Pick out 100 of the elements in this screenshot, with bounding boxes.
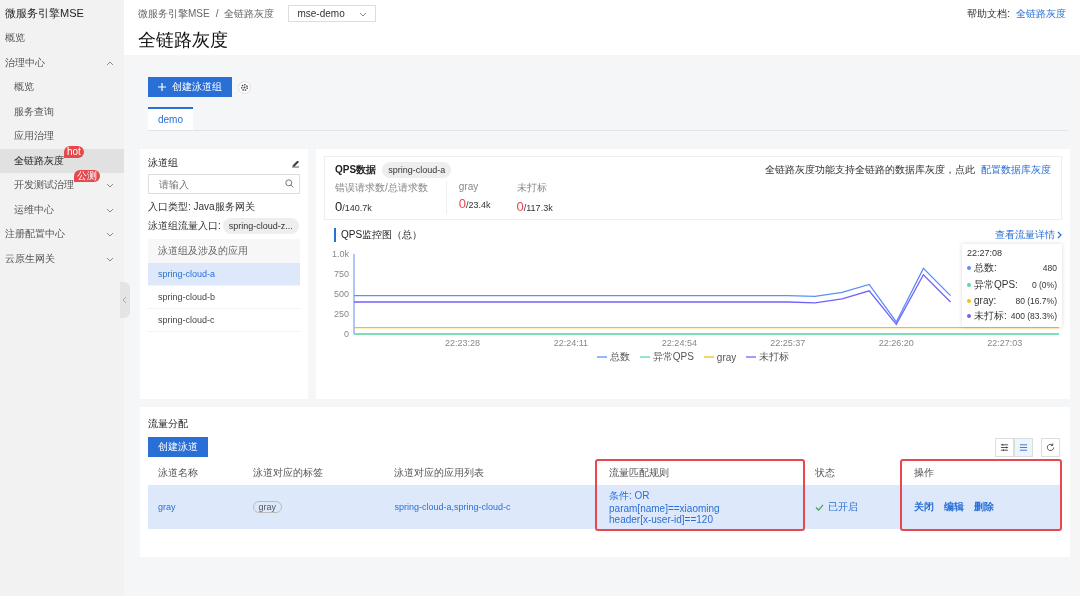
x-tick-label: 22:25:37 — [770, 338, 806, 348]
tooltip-value: 400 (83.3%) — [1010, 311, 1057, 321]
stat-value: 0 — [516, 199, 524, 214]
edit-icon[interactable] — [291, 158, 300, 168]
section-title: 流量分配 — [148, 417, 189, 431]
stat-label: 错误请求数/总请求数 — [335, 181, 428, 195]
tooltip-label: gray: — [974, 295, 997, 306]
chevron-right-icon — [1057, 231, 1062, 239]
app-list-item[interactable]: spring-cloud-c — [148, 309, 300, 332]
breadcrumb-link[interactable]: 微服务引擎MSE — [138, 6, 210, 21]
tooltip-value: 0 (0%) — [1031, 280, 1057, 290]
search-field[interactable]: 请输入 — [148, 174, 300, 194]
tooltip-label: 总数: — [974, 261, 997, 275]
detail-link[interactable]: 查看流量详情 — [995, 228, 1062, 242]
create-lane-button[interactable]: 创建泳道 — [148, 437, 208, 457]
tooltip-time: 22:27:08 — [967, 248, 1004, 258]
config-link[interactable]: 配置数据库灰度 — [981, 163, 1051, 177]
table-cell: gray — [148, 485, 243, 529]
create-button[interactable]: 创建泳道组 — [148, 77, 232, 97]
table-cell: spring-cloud-a,spring-cloud-c — [384, 485, 599, 529]
card-title: QPS数据 — [335, 163, 377, 177]
nav-item[interactable]: 注册配置中心 — [0, 222, 124, 247]
legend-item[interactable]: 总数 — [596, 350, 630, 364]
nav-item[interactable]: 服务查询 — [0, 99, 124, 124]
rule-text: param[name]==xiaoming — [609, 503, 721, 514]
product-title: 微服务引擎MSE — [4, 6, 85, 21]
notice-text: 全链路灰度功能支持全链路的数据库灰度，点此 — [765, 163, 975, 177]
nav-item[interactable]: 运维中心 — [0, 197, 124, 222]
status-text: 已开启 — [814, 500, 895, 514]
chevron-down-icon — [106, 255, 114, 262]
action-link[interactable]: 编辑 — [944, 500, 965, 514]
rule-text: 条件: OR — [609, 489, 651, 503]
chevron-up-icon — [106, 59, 114, 66]
app-list-item[interactable]: spring-cloud-b — [148, 286, 300, 309]
x-tick-label: 22:27:03 — [987, 338, 1023, 348]
search-icon[interactable] — [285, 179, 294, 188]
action-link[interactable]: 关闭 — [914, 500, 935, 514]
legend-item[interactable]: 未打标 — [746, 350, 790, 364]
column-header: 泳道对应的标签 — [242, 461, 385, 485]
settings-icon[interactable] — [238, 80, 251, 94]
y-tick-label: 250 — [333, 309, 349, 319]
nav-item[interactable]: 治理中心 — [0, 50, 124, 75]
stat-total: /23.4k — [466, 200, 491, 210]
tooltip-value: 480 — [1042, 263, 1057, 273]
badge: 公测 — [74, 170, 100, 183]
x-tick-label: 22:23:28 — [444, 338, 480, 348]
filter-settings-icon[interactable] — [995, 438, 1014, 457]
y-tick-label: 0 — [344, 329, 349, 339]
chevron-down-icon — [106, 231, 114, 238]
chevron-down-icon — [358, 10, 367, 17]
nav-item[interactable]: 概览 — [0, 75, 124, 100]
column-header: 状态 — [804, 461, 905, 485]
refresh-icon[interactable] — [1041, 438, 1060, 457]
instance-select[interactable]: mse-demo — [288, 5, 376, 22]
legend-item[interactable]: gray — [703, 350, 737, 364]
breadcrumb-separator: / — [215, 8, 219, 19]
breadcrumb-item: 全链路灰度 — [224, 6, 275, 21]
stat-label: gray — [458, 181, 480, 192]
stat-label: 未打标 — [516, 181, 548, 195]
app-list-item[interactable]: spring-cloud-a — [148, 263, 300, 286]
stat-total: /117.3k — [523, 203, 553, 213]
stat-value: 0 — [458, 196, 466, 211]
nav-item[interactable]: 云原生网关 — [0, 246, 124, 271]
entry-type-text: 入口类型: Java服务网关 — [148, 200, 256, 214]
nav-item[interactable]: 开发测试治理 公测 — [0, 173, 124, 198]
tooltip-label: 未打标: — [974, 309, 1007, 323]
rule-text: header[x-user-id]==120 — [609, 514, 713, 525]
chevron-down-icon — [106, 182, 114, 189]
table-row[interactable]: gray gray spring-cloud-a,spring-cloud-c 条件: OR param[name]==xiaoming header[x-user-id]==120 已开启 关闭 编辑 删除 — [148, 485, 1062, 529]
entry-label: 泳道组流量入口: — [148, 219, 221, 233]
tooltip-value: 80 (16.7%) — [1015, 295, 1057, 306]
nav-item[interactable]: 概览 — [0, 26, 124, 51]
column-header: 操作 — [904, 461, 1062, 485]
chevron-down-icon — [106, 206, 114, 213]
column-header: 流量匹配规则 — [599, 461, 805, 485]
x-tick-label: 22:24:11 — [553, 338, 589, 348]
badge: hot — [64, 145, 84, 158]
panel-title: 泳道组 — [148, 156, 178, 170]
entry-tag: spring-cloud-z... — [222, 218, 299, 234]
stat-total: /140.7k — [342, 203, 372, 213]
action-link[interactable]: 删除 — [974, 500, 995, 514]
chart-title: QPS监控图（总） — [334, 228, 423, 242]
y-tick-label: 500 — [333, 289, 349, 299]
tooltip-label: 异常QPS: — [974, 278, 1018, 292]
x-tick-label: 22:24:54 — [661, 338, 697, 348]
stat-value: 0 — [335, 199, 343, 214]
column-header: 泳道名称 — [148, 461, 243, 485]
app-tag: spring-cloud-a — [382, 162, 452, 178]
check-icon — [814, 503, 824, 511]
y-tick-label: 1.0k — [332, 249, 349, 259]
tab[interactable]: demo — [148, 107, 193, 130]
collapse-handle[interactable] — [120, 282, 130, 318]
page-title: 全链路灰度 — [138, 29, 229, 52]
help-link[interactable]: 全链路灰度 — [1016, 6, 1066, 21]
column-header: 泳道对应的应用列表 — [384, 461, 599, 485]
y-tick-label: 750 — [333, 269, 349, 279]
x-tick-label: 22:26:20 — [878, 338, 914, 348]
list-header: 泳道组及涉及的应用 — [148, 239, 300, 263]
legend-item[interactable]: 异常QPS — [639, 350, 694, 364]
help-text: 帮助文档: — [967, 6, 1010, 21]
